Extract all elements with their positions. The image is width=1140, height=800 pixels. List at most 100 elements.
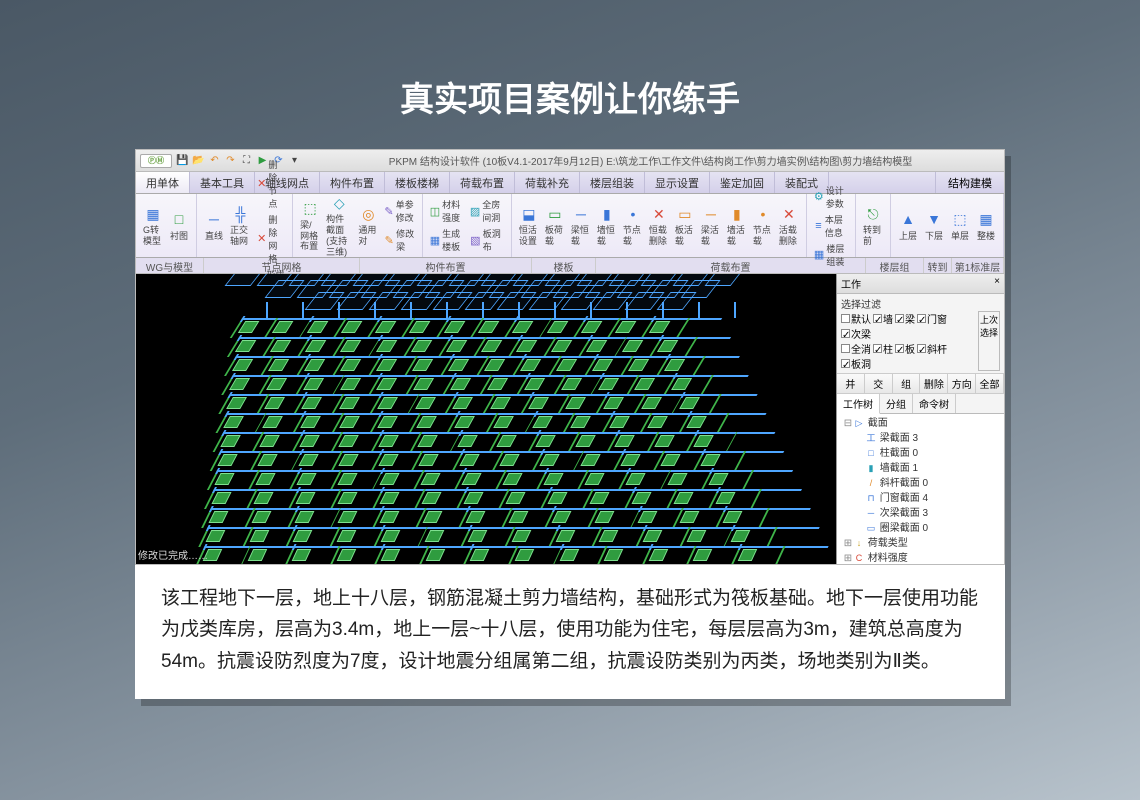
panel-tab[interactable]: 命令树 [913, 394, 956, 413]
tab-5[interactable]: 荷载布置 [450, 172, 515, 193]
filter-check[interactable]: ✓板洞 [841, 356, 871, 371]
tab-6[interactable]: 荷载补充 [515, 172, 580, 193]
filter-op-btn[interactable]: 交 [865, 374, 893, 393]
ribbon-btn[interactable]: ▭板活载 [672, 202, 698, 249]
tab-8[interactable]: 显示设置 [645, 172, 710, 193]
ribbon-btn-small[interactable]: ◫材料强度 [427, 197, 467, 225]
ribbon-btn[interactable]: ▭板荷载 [542, 202, 568, 249]
ribbon-btn[interactable]: ╬正交轴网 [227, 202, 254, 249]
tree-node[interactable]: □ 柱截面 0 [839, 446, 1002, 461]
tree-node[interactable]: / 斜杆截面 0 [839, 476, 1002, 491]
tab-3[interactable]: 构件布置 [320, 172, 385, 193]
filter-op-btn[interactable]: 并 [837, 374, 865, 393]
filter-op-btn[interactable]: 方向 [948, 374, 976, 393]
ribbon-btn-small[interactable]: ⚙设计参数 [811, 183, 851, 211]
ribbon-btn[interactable]: ⬚单层 [947, 208, 973, 244]
work-tree[interactable]: ⊟▷ 截面工 梁截面 3□ 柱截面 0▮ 墙截面 1/ 斜杆截面 0⊓ 门窗截面… [837, 414, 1004, 564]
page-title: 真实项目案例让你练手 [0, 0, 1140, 149]
fit-icon[interactable]: ⛶ [240, 154, 253, 167]
filter-check[interactable]: ✓斜杆 [917, 341, 947, 356]
tab-0[interactable]: 用单体 [136, 172, 190, 193]
app-window: ⓅⓂ 💾 📂 ↶ ↷ ⛶ ▶ ⟳ ▾ PKPM 结构设计软件 (10板V4.1-… [135, 149, 1005, 565]
filter-check[interactable]: ✓次梁 [841, 326, 871, 341]
ribbon-btn[interactable]: ▼下层 [921, 208, 947, 244]
ribbon-btn[interactable]: ⎋转到前 [860, 202, 886, 249]
tab-4[interactable]: 楼板楼梯 [385, 172, 450, 193]
tab-1[interactable]: 基本工具 [190, 172, 255, 193]
ribbon-btn[interactable]: •节点载 [620, 202, 646, 249]
filter-reselect[interactable]: 上次 选择 [978, 311, 1000, 371]
3d-viewport[interactable]: 修改已完成…… [136, 274, 836, 564]
tree-node[interactable]: ▭ 圈梁截面 0 [839, 521, 1002, 536]
ribbon-btn[interactable]: ◇构件截面(支持三维) [323, 191, 355, 259]
ribbon-btn[interactable]: ▲上层 [895, 208, 921, 244]
ribbon-btn-small[interactable]: ▦生成楼板 [427, 226, 467, 254]
filter-check[interactable]: ✓门窗 [917, 311, 947, 326]
ribbon-btn-small[interactable]: ✕删除节点 [254, 157, 288, 211]
ribbon-btn[interactable]: ▮墙活载 [724, 202, 750, 249]
tree-node[interactable]: ─ 次梁截面 3 [839, 506, 1002, 521]
save-icon[interactable]: 💾 [176, 154, 189, 167]
ribbon-btn[interactable]: ✕恒载删除 [646, 202, 672, 249]
ribbon-btn-small[interactable]: ✎修改梁 [381, 226, 417, 254]
tab-9[interactable]: 鉴定加固 [710, 172, 775, 193]
panel-tabs: 工作树分组命令树 [837, 394, 1004, 414]
ribbon-btn[interactable]: ⬓恒活设置 [516, 202, 542, 249]
tree-node[interactable]: 工 梁截面 3 [839, 431, 1002, 446]
redo-icon[interactable]: ↷ [224, 154, 237, 167]
filter-check[interactable]: ✓板 [895, 341, 915, 356]
group-label: 转到 [924, 258, 952, 273]
undo-icon[interactable]: ↶ [208, 154, 221, 167]
panel-tab[interactable]: 分组 [880, 394, 913, 413]
ribbon-btn[interactable]: ✕活载删除 [776, 202, 802, 249]
ribbon-btn[interactable]: ◎通用对 [355, 202, 381, 249]
ribbon-btn-small[interactable]: ✎单参修改 [381, 197, 417, 225]
filter-op-btn[interactable]: 全部 [976, 374, 1004, 393]
ribbon-btn[interactable]: □衬图 [166, 208, 192, 244]
group-label: 构件布置 [360, 258, 532, 273]
filter-title: 选择过滤 [841, 296, 1000, 311]
filter-check[interactable]: 全消 [841, 341, 871, 356]
panel-tab[interactable]: 工作树 [837, 394, 880, 414]
filter-section: 选择过滤 默认✓墙✓梁✓门窗 ✓次梁 全消✓柱✓板✓斜杆 ✓板洞 上次 选择 [837, 294, 1004, 374]
ribbon-btn-small[interactable]: ≡本层信息 [811, 212, 851, 240]
group-label: WG与模型 [136, 258, 204, 273]
tree-node[interactable]: ⊟▷ 截面 [839, 416, 1002, 431]
group-label: 第1标准层 [952, 258, 1004, 273]
ribbon-btn[interactable]: ⬚梁/网格布置 [297, 197, 323, 254]
ribbon-btn[interactable]: ▦整楼 [973, 208, 999, 244]
app-logo: ⓅⓂ [140, 154, 172, 168]
tab-right-mode[interactable]: 结构建模 [935, 172, 1004, 193]
chevron-down-icon[interactable]: ▾ [288, 154, 301, 167]
filter-button-row: 并交组删除方向全部 [837, 374, 1004, 394]
panel-close-icon[interactable]: × [994, 276, 1000, 291]
filter-row-1: 默认✓墙✓梁✓门窗 ✓次梁 [841, 311, 978, 341]
description-box: 该工程地下一层，地上十八层，钢筋混凝土剪力墙结构，基础形式为筏板基础。地下一层使… [135, 565, 1005, 699]
ribbon-btn-small[interactable]: ▨全房间洞 [467, 197, 507, 225]
ribbon-group-labels: WG与模型节点网格构件布置楼板荷载布置楼层组转到第1标准层 [136, 258, 1004, 274]
filter-row-2: 全消✓柱✓板✓斜杆 ✓板洞 [841, 341, 978, 371]
ribbon-btn[interactable]: •节点载 [750, 202, 776, 249]
filter-op-btn[interactable]: 删除 [920, 374, 948, 393]
ribbon-btn-small[interactable]: ▧板洞布 [467, 226, 507, 254]
ribbon-btn[interactable]: ▦G转模型 [140, 202, 166, 249]
right-panel: 工作× 选择过滤 默认✓墙✓梁✓门窗✓次梁 全消✓柱✓板✓斜杆✓板洞 上次 选择… [836, 274, 1004, 564]
filter-check[interactable]: 默认 [841, 311, 871, 326]
tree-node[interactable]: ⊓ 门窗截面 4 [839, 491, 1002, 506]
tree-node[interactable]: ⊞↓ 荷载类型 [839, 536, 1002, 551]
tree-node[interactable]: ⊞C 材料强度 [839, 551, 1002, 564]
ribbon-btn[interactable]: ─梁活载 [698, 202, 724, 249]
tab-7[interactable]: 楼层组装 [580, 172, 645, 193]
ribbon-btn[interactable]: ▮墙恒载 [594, 202, 620, 249]
open-icon[interactable]: 📂 [192, 154, 205, 167]
ribbon-btn[interactable]: ─梁恒载 [568, 202, 594, 249]
tree-node[interactable]: ▮ 墙截面 1 [839, 461, 1002, 476]
ribbon-btn[interactable]: ─直线 [201, 208, 227, 244]
filter-check[interactable]: ✓柱 [873, 341, 893, 356]
filter-op-btn[interactable]: 组 [893, 374, 921, 393]
filter-check[interactable]: ✓梁 [895, 311, 915, 326]
viewport-status: 修改已完成…… [138, 547, 208, 562]
window-title: PKPM 结构设计软件 (10板V4.1-2017年9月12日) E:\筑龙工作… [301, 153, 1000, 168]
filter-check[interactable]: ✓墙 [873, 311, 893, 326]
app-card: ⓅⓂ 💾 📂 ↶ ↷ ⛶ ▶ ⟳ ▾ PKPM 结构设计软件 (10板V4.1-… [135, 149, 1005, 699]
